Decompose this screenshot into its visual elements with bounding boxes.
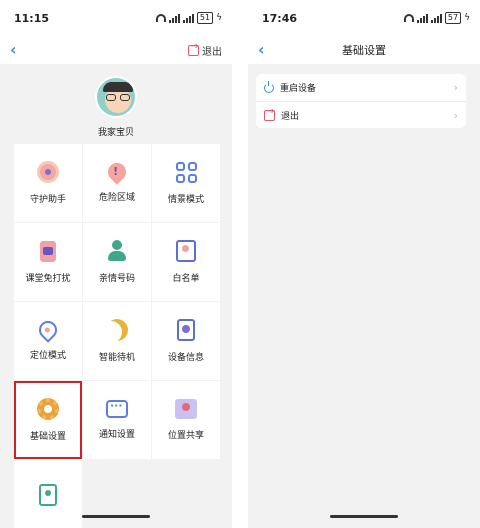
tile-family-number[interactable]: 亲情号码: [83, 223, 151, 301]
chevron-right-icon: ›: [453, 81, 458, 94]
tile-guardian[interactable]: 守护助手: [14, 144, 82, 222]
tile-whitelist[interactable]: 白名单: [152, 223, 220, 301]
tile-scene-mode[interactable]: 情景模式: [152, 144, 220, 222]
whitelist-icon: [176, 240, 196, 262]
battery-icon: 51: [196, 12, 214, 24]
tile-label: 课堂免打扰: [25, 273, 71, 284]
logout-label: 退出: [202, 46, 222, 58]
nav-bar: ‹ 退出: [0, 36, 232, 64]
signal-icon-2: [182, 13, 194, 23]
smart-standby-icon: [106, 319, 128, 341]
tile-label: 智能待机: [98, 353, 135, 363]
logout-button[interactable]: 退出: [188, 41, 222, 58]
tile-location-share[interactable]: 位置共享: [152, 381, 220, 459]
location-share-icon: [175, 399, 197, 419]
wifi-icon: [403, 14, 414, 22]
status-bar: 11:15 51 ϟ: [0, 0, 232, 36]
signal-icon-2: [430, 13, 442, 23]
charging-icon: ϟ: [216, 13, 222, 23]
wifi-icon: [155, 14, 166, 22]
charging-icon: ϟ: [464, 13, 470, 23]
page-title: 基础设置: [342, 44, 386, 57]
settings-list: 重启设备 › 退出 ›: [256, 74, 466, 128]
family-number-icon: [106, 240, 128, 262]
badge-icon: [39, 483, 57, 506]
back-button[interactable]: ‹: [10, 42, 17, 58]
tile-basic-settings[interactable]: 基础设置: [14, 381, 82, 459]
avatar[interactable]: [95, 76, 137, 118]
location-mode-icon: [35, 317, 61, 343]
tile-label: 通知设置: [98, 430, 135, 440]
tile-location-mode[interactable]: 定位模式: [14, 302, 82, 380]
signal-icon: [416, 13, 428, 23]
guardian-icon: [37, 161, 59, 183]
device-info-icon: [177, 319, 195, 341]
setting-label: 重启设备: [280, 84, 317, 94]
profile-name: 我家宝贝: [97, 128, 134, 138]
tile-label: 亲情号码: [98, 274, 135, 284]
setting-restart-device[interactable]: 重启设备 ›: [256, 74, 466, 101]
tile-label: 守护助手: [29, 195, 66, 205]
class-dnd-icon: [40, 240, 56, 262]
tile-label: 位置共享: [167, 431, 204, 441]
notification-icon: [106, 399, 128, 418]
tile-class-dnd[interactable]: 课堂免打扰: [14, 223, 82, 301]
tile-label: 定位模式: [29, 351, 66, 361]
back-button[interactable]: ‹: [258, 42, 265, 58]
signal-icon: [168, 13, 180, 23]
tile-label: 白名单: [172, 274, 200, 284]
status-time: 11:15: [14, 11, 50, 25]
tile-label: 设备信息: [167, 353, 204, 363]
right-screen: 17:46 57 ϟ ‹ 基础设置 重启设备 › 退出 ›: [248, 0, 480, 528]
setting-label: 退出: [281, 111, 300, 122]
exit-icon: [264, 106, 275, 121]
scene-mode-icon: [175, 161, 197, 183]
left-screen: 11:15 51 ϟ ‹ 退出 我家宝贝 守护助手 危险区域 情景模式 课堂免打…: [0, 0, 232, 528]
tile-device-info[interactable]: 设备信息: [152, 302, 220, 380]
tile-notification-settings[interactable]: 通知设置: [83, 381, 151, 459]
profile: 我家宝贝: [0, 64, 232, 142]
battery-icon: 57: [444, 12, 462, 24]
home-indicator: [82, 515, 150, 518]
chevron-right-icon: ›: [453, 108, 458, 122]
danger-zone-icon: [104, 159, 130, 185]
exit-icon: [188, 41, 199, 56]
tile-label: 危险区域: [98, 193, 135, 203]
feature-grid: 守护助手 危险区域 情景模式 课堂免打扰 亲情号码 白名单 定位模式 智能待机 …: [14, 144, 222, 528]
tile-smart-standby[interactable]: 智能待机: [83, 302, 151, 380]
status-bar: 17:46 57 ϟ: [248, 0, 480, 36]
power-icon: [264, 80, 274, 93]
tile-label: 基础设置: [29, 432, 66, 442]
tile-more[interactable]: [14, 460, 82, 528]
setting-logout[interactable]: 退出 ›: [256, 101, 466, 128]
gear-icon: [37, 398, 59, 420]
tile-danger-zone[interactable]: 危险区域: [83, 144, 151, 222]
status-time: 17:46: [262, 11, 298, 25]
home-indicator: [330, 515, 398, 518]
nav-bar: ‹ 基础设置: [248, 36, 480, 64]
tile-label: 情景模式: [167, 194, 204, 205]
